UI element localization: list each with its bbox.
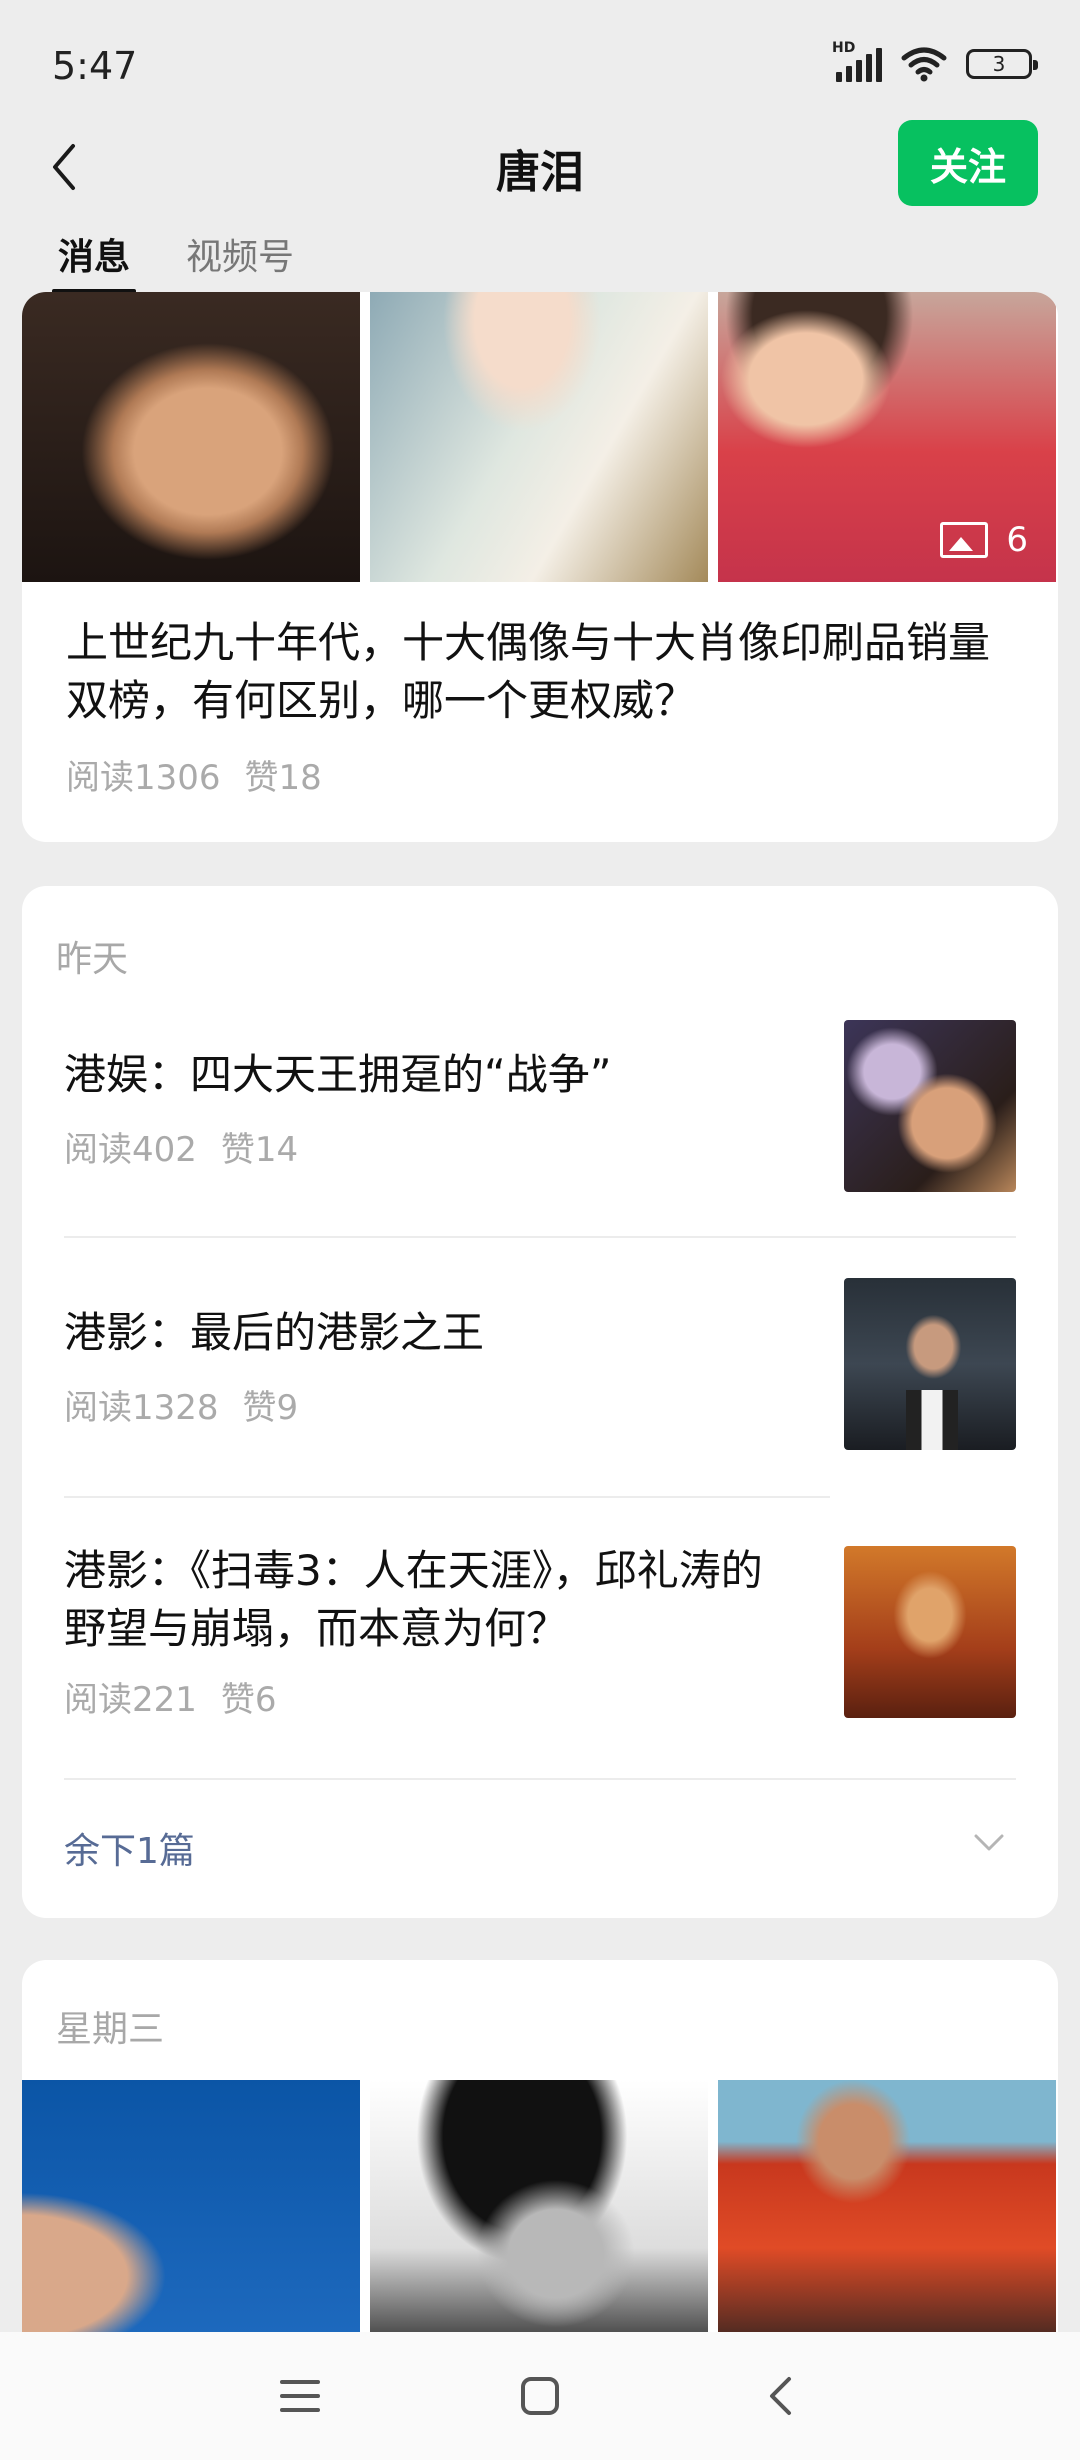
- list-item[interactable]: 港影：最后的港影之王 阅读1328 赞9: [64, 1278, 1016, 1450]
- article-card-top[interactable]: 6 上世纪九十年代，十大偶像与十大肖像印刷品销量双榜，有何区别，哪一个更权威？ …: [22, 292, 1058, 842]
- article-image-2[interactable]: [370, 292, 708, 582]
- status-time: 5:47: [52, 44, 138, 88]
- image-count: 6: [1006, 520, 1028, 560]
- read-count: 阅读1328: [64, 1388, 219, 1428]
- home-button[interactable]: [510, 2366, 570, 2426]
- follow-button[interactable]: 关注: [898, 120, 1038, 206]
- image-grid: 6: [22, 292, 1058, 582]
- read-count: 阅读1306: [66, 758, 221, 798]
- battery-level: 3: [992, 52, 1006, 76]
- network-type-label: HD: [832, 40, 856, 56]
- date-label: 星期三: [56, 2009, 165, 2050]
- tab-messages[interactable]: 消息: [51, 228, 137, 294]
- image-count-badge: 6: [940, 520, 1028, 560]
- date-group-wednesday: 星期三: [22, 1960, 1058, 2332]
- image-grid: [22, 2080, 1058, 2332]
- more-articles-label: 余下1篇: [64, 1831, 195, 1872]
- list-item[interactable]: 港娱：四大天王拥趸的“战争” 阅读402 赞14: [64, 1020, 1016, 1192]
- article-thumbnail: [844, 1278, 1016, 1450]
- date-group-yesterday: 昨天 港娱：四大天王拥趸的“战争” 阅读402 赞14 港影：最后的港影之王 阅…: [22, 886, 1058, 1918]
- article-image-1[interactable]: [22, 292, 360, 582]
- list-item[interactable]: 港影：《扫毒3：人在天涯》，邱礼涛的野望与崩塌，而本意为何？ 阅读221 赞6: [64, 1542, 1016, 1742]
- system-back-button[interactable]: [750, 2366, 810, 2426]
- article-thumbnail: [844, 1020, 1016, 1192]
- article-meta: 阅读1306 赞18: [66, 750, 322, 799]
- menu-button[interactable]: [270, 2366, 330, 2426]
- article-title: 港娱：四大天王拥趸的“战争”: [64, 1050, 612, 1099]
- article-image-3[interactable]: 6: [718, 292, 1056, 582]
- article-thumbnail: [844, 1546, 1016, 1718]
- article-meta: 阅读221 赞6: [64, 1672, 824, 1721]
- article-image-3[interactable]: [718, 2080, 1056, 2332]
- tab-bar: 消息 视频号: [51, 228, 294, 294]
- message-feed[interactable]: 6 上世纪九十年代，十大偶像与十大肖像印刷品销量双榜，有何区别，哪一个更权威？ …: [0, 292, 1080, 2332]
- article-title: 港影：《扫毒3：人在天涯》，邱礼涛的野望与崩塌，而本意为何？: [64, 1546, 763, 1653]
- chevron-down-icon: [974, 1834, 1004, 1851]
- like-count: 赞14: [220, 1130, 299, 1170]
- divider: [64, 1778, 1016, 1780]
- back-arrow-icon: [770, 2377, 791, 2415]
- picture-icon: [940, 522, 989, 558]
- article-meta: 阅读402 赞14: [64, 1122, 824, 1171]
- battery-icon: 3: [966, 49, 1038, 79]
- like-count: 赞6: [220, 1680, 277, 1720]
- article-meta: 阅读1328 赞9: [64, 1380, 824, 1429]
- article-image-2[interactable]: [370, 2080, 708, 2332]
- signal-icon: HD: [832, 40, 882, 82]
- read-count: 阅读402: [64, 1130, 197, 1170]
- article-title[interactable]: 上世纪九十年代，十大偶像与十大肖像印刷品销量双榜，有何区别，哪一个更权威？: [66, 614, 1016, 730]
- article-title: 港影：最后的港影之王: [64, 1308, 485, 1357]
- wifi-icon: [901, 47, 947, 82]
- read-count: 阅读221: [64, 1680, 197, 1720]
- status-icons: HD 3: [832, 40, 1038, 82]
- tab-channels[interactable]: 视频号: [186, 228, 294, 294]
- like-count: 赞18: [244, 758, 322, 798]
- article-image-1[interactable]: [22, 2080, 360, 2332]
- status-bar: 5:47 HD 3: [0, 0, 1080, 120]
- system-nav-bar: [0, 2332, 1080, 2460]
- expand-more-button[interactable]: 余下1篇: [64, 1816, 1016, 1876]
- like-count: 赞9: [242, 1388, 299, 1428]
- menu-icon: [280, 2380, 320, 2412]
- date-label: 昨天: [56, 939, 129, 980]
- divider: [64, 1496, 830, 1498]
- home-square-icon: [521, 2377, 559, 2415]
- divider: [64, 1236, 1016, 1238]
